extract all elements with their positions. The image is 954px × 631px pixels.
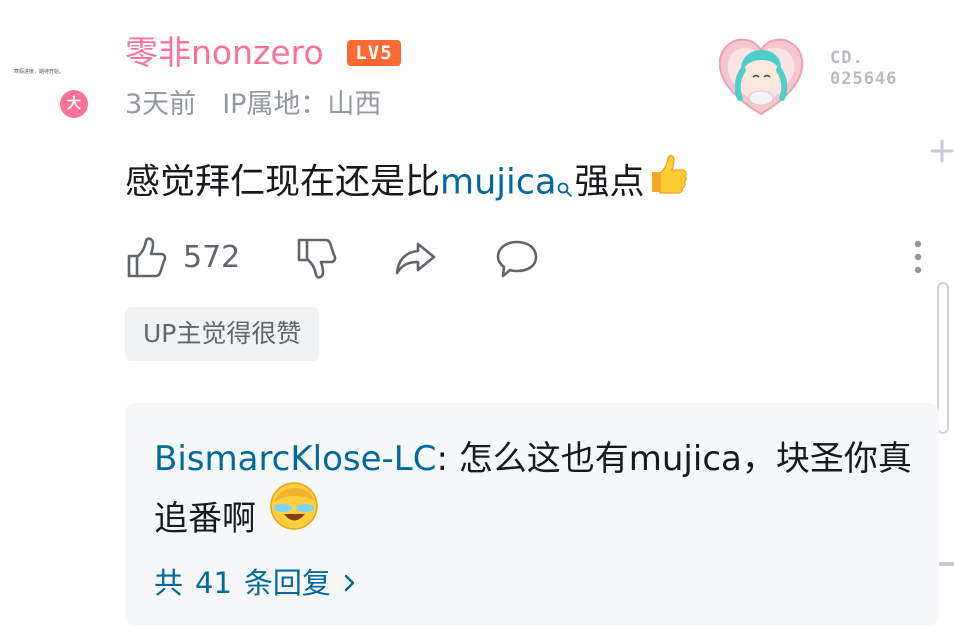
share-icon [395, 242, 436, 275]
comment-username[interactable]: 零非nonzero [125, 31, 324, 75]
plus-icon[interactable] [929, 138, 954, 164]
avatar-pendant-decoration[interactable] [716, 36, 806, 118]
more-replies-suffix: 条回复 [243, 566, 331, 600]
like-count: 572 [183, 240, 241, 275]
vip-badge: 大 [60, 90, 88, 118]
pendant-serial-number: CD. 025646 [830, 48, 897, 90]
sub-reply-card[interactable]: BismarcKlose-LC: 怎么这也有mujica，块圣你真追番啊 共 41… [125, 403, 939, 625]
thumbs-up-emoji-icon [646, 152, 690, 209]
comment-time: 3天前 [125, 89, 197, 120]
pendant-serial-line1: CD. [830, 48, 864, 68]
level-badge: LV5 [347, 40, 401, 66]
reply-bubble-icon [496, 240, 538, 278]
more-replies-prefix: 共 [154, 566, 184, 600]
search-jump-link[interactable]: mujica [440, 163, 556, 203]
more-replies-count: 41 [195, 566, 232, 600]
chevron-right-icon [344, 574, 355, 592]
sub-reply-item[interactable]: BismarcKlose-LC: 怎么这也有mujica，块圣你真追番啊 [154, 429, 914, 552]
search-icon[interactable] [556, 164, 574, 212]
avatar-caption: 寒假进度，期待开始。 [14, 69, 65, 75]
up-liked-tag: UP主觉得很赞 [125, 307, 320, 361]
reply-button[interactable] [494, 236, 540, 280]
comment-meta: 3天前 IP属地：山西 [125, 86, 381, 124]
heart-character-icon [718, 38, 804, 116]
like-button[interactable]: 572 [125, 236, 245, 280]
dislike-button[interactable] [295, 236, 341, 280]
pendant-serial-line2: 025646 [830, 69, 898, 89]
comment-text-before: 感觉拜仁现在还是比 [125, 162, 441, 203]
more-vertical-icon[interactable] [907, 238, 929, 278]
comment-content: 感觉拜仁现在还是比mujica 强点 [125, 154, 690, 212]
share-button[interactable] [392, 236, 440, 280]
comment-text-after: 强点 [574, 162, 645, 203]
view-more-replies-link[interactable]: 共 41 条回复 [154, 560, 357, 606]
sub-reply-username[interactable]: BismarcKlose-LC [154, 439, 437, 479]
sub-reply-separator: : [436, 439, 459, 479]
thumbs-down-icon [297, 238, 337, 279]
comment-screen: 寒假进度，期待开始。 大 零非nonzero LV5 3天前 IP属地：山西 CD… [0, 0, 954, 631]
laugh-cry-emoji-icon [267, 479, 321, 552]
comment-ip-location: IP属地：山西 [222, 89, 382, 120]
thumbs-up-icon [127, 237, 167, 278]
